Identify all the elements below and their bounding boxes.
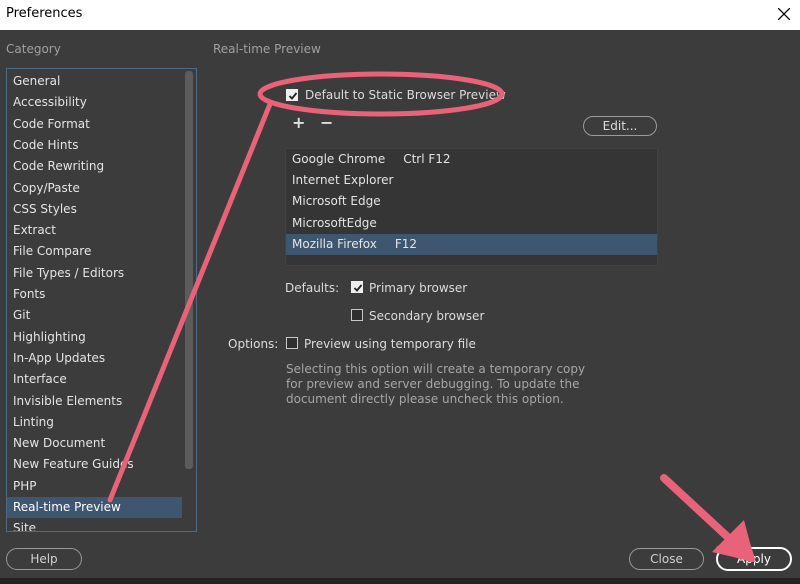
- window-title: Preferences: [6, 6, 83, 21]
- defaults-label: Defaults:: [285, 281, 340, 295]
- browser-name: MicrosoftEdge: [292, 215, 377, 230]
- category-item[interactable]: Accessibility: [7, 92, 182, 113]
- browser-row[interactable]: Internet Explorer: [286, 170, 657, 191]
- category-item[interactable]: Copy/Paste: [7, 178, 182, 199]
- category-item[interactable]: Code Hints: [7, 135, 182, 156]
- edit-button[interactable]: Edit...: [583, 116, 657, 136]
- category-item[interactable]: File Compare: [7, 241, 182, 262]
- secondary-browser-label: Secondary browser: [369, 309, 485, 323]
- browser-name: Internet Explorer: [292, 173, 394, 188]
- browser-row[interactable]: MicrosoftEdge: [286, 213, 657, 234]
- apply-button[interactable]: Apply: [716, 547, 792, 571]
- browser-list[interactable]: Google Chrome Ctrl F12 Internet Explorer Mi…: [285, 148, 658, 266]
- browser-name: Google Chrome: [292, 152, 386, 166]
- browser-row[interactable]: Microsoft Edge: [286, 191, 657, 212]
- category-item[interactable]: New Feature Guides: [7, 454, 182, 475]
- temp-file-label: Preview using temporary file: [304, 337, 476, 351]
- browser-shortcut: Ctrl F12: [403, 152, 451, 166]
- category-item[interactable]: Real-time Preview: [7, 497, 182, 518]
- primary-browser-label: Primary browser: [369, 281, 468, 295]
- category-item[interactable]: Code Rewriting: [7, 156, 182, 177]
- category-scrollbar[interactable]: [184, 69, 195, 531]
- secondary-browser-checkbox[interactable]: [351, 309, 363, 321]
- help-button[interactable]: Help: [6, 548, 82, 570]
- category-item[interactable]: Site: [7, 518, 182, 531]
- category-item[interactable]: Code Format: [7, 114, 182, 135]
- category-item[interactable]: Fonts: [7, 284, 182, 305]
- category-header: Category: [6, 42, 61, 56]
- browser-name: Mozilla Firefox: [292, 236, 377, 251]
- category-item[interactable]: General: [7, 71, 182, 92]
- category-item[interactable]: Highlighting: [7, 327, 182, 348]
- static-preview-checkbox[interactable]: [286, 89, 298, 101]
- checkmark-icon: [353, 284, 363, 292]
- close-icon: [778, 8, 790, 20]
- bottom-strip: [0, 578, 800, 584]
- category-item[interactable]: CSS Styles: [7, 199, 182, 220]
- title-bar: Preferences: [0, 0, 800, 30]
- add-browser-button[interactable]: +: [292, 113, 305, 132]
- category-item[interactable]: File Types / Editors: [7, 263, 182, 284]
- primary-browser-checkbox[interactable]: [351, 281, 363, 293]
- category-item[interactable]: Linting: [7, 412, 182, 433]
- category-item[interactable]: In-App Updates: [7, 348, 182, 369]
- browser-name: Microsoft Edge: [292, 194, 381, 209]
- remove-browser-button[interactable]: −: [320, 113, 333, 132]
- category-item[interactable]: Git: [7, 305, 182, 326]
- category-item[interactable]: Extract: [7, 220, 182, 241]
- category-item[interactable]: New Document: [7, 433, 182, 454]
- checkmark-icon: [288, 92, 298, 100]
- category-scrollbar-thumb[interactable]: [185, 71, 193, 469]
- panel-header: Real-time Preview: [213, 42, 321, 56]
- browser-shortcut: F12: [394, 236, 418, 251]
- category-item[interactable]: Interface: [7, 369, 182, 390]
- options-label: Options:: [228, 337, 279, 351]
- temp-file-description: Selecting this option will create a temp…: [286, 362, 586, 406]
- temp-file-checkbox[interactable]: [286, 337, 298, 349]
- close-window-button[interactable]: [770, 2, 798, 26]
- browser-row[interactable]: Mozilla Firefox F12: [286, 233, 657, 255]
- browser-row[interactable]: Google Chrome Ctrl F12: [286, 149, 657, 170]
- category-item[interactable]: PHP: [7, 476, 182, 497]
- category-list[interactable]: Site Real-time Preview PHP New Feature Guid…: [6, 68, 197, 532]
- close-button[interactable]: Close: [629, 548, 704, 570]
- static-preview-label: Default to Static Browser Preview: [305, 88, 506, 102]
- category-item[interactable]: Invisible Elements: [7, 391, 182, 412]
